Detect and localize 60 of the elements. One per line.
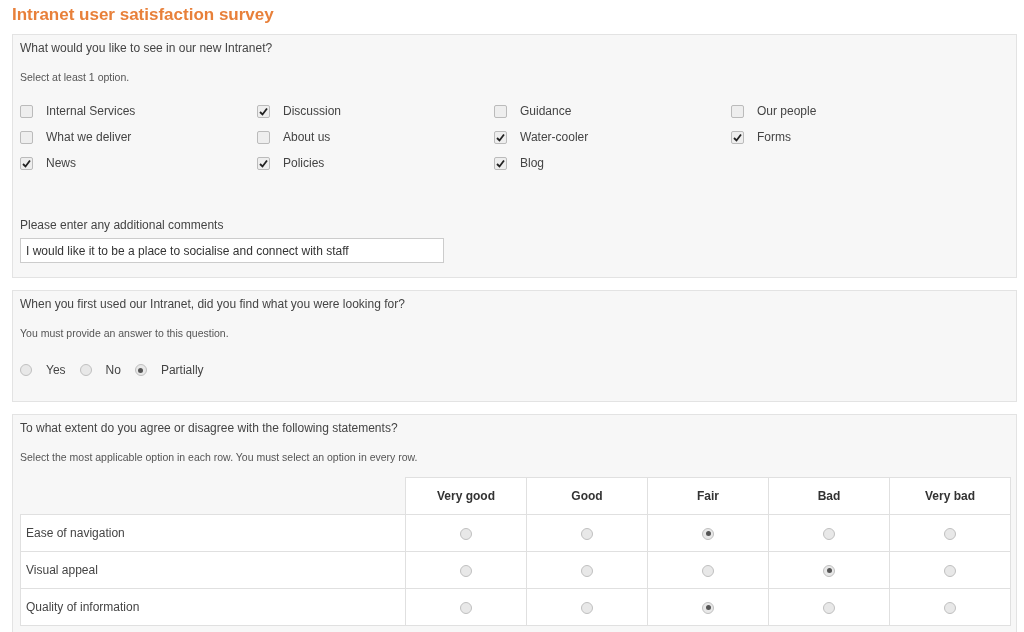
row-label: Quality of information [20, 588, 406, 626]
survey-title: Intranet user satisfaction survey [12, 4, 275, 26]
option-label: Policies [283, 156, 325, 170]
radio-button[interactable] [944, 601, 956, 614]
radio-button[interactable] [823, 601, 835, 614]
radio-button[interactable] [134, 364, 147, 376]
radio-button[interactable] [460, 527, 472, 540]
column-header: Bad [768, 477, 890, 515]
checkbox[interactable] [731, 130, 744, 144]
checkbox[interactable] [257, 104, 270, 118]
option-label: Water-cooler [520, 130, 589, 144]
row-label: Visual appeal [20, 551, 406, 589]
checkbox[interactable] [20, 156, 33, 170]
hint-text: Select the most applicable option in each row. You must select an option in every row. [20, 451, 419, 463]
option-label: Internal Services [46, 104, 136, 118]
hint-text: You must provide an answer to this question. [20, 327, 230, 339]
question-text: What would you like to see in our new Intranet? [20, 41, 274, 55]
option-label: Blog [520, 156, 545, 170]
radio-button[interactable] [581, 564, 593, 577]
option-label: Discussion [283, 104, 342, 118]
radio-button[interactable] [944, 527, 956, 540]
radio-button[interactable] [581, 527, 593, 540]
checkbox[interactable] [494, 104, 507, 118]
option-label: Our people [757, 104, 817, 118]
radio-button[interactable] [460, 564, 472, 577]
checkbox[interactable] [20, 130, 33, 144]
checkbox[interactable] [731, 104, 744, 118]
hint-text: Select at least 1 option. [20, 71, 131, 83]
radio-button[interactable] [944, 564, 956, 577]
checkbox[interactable] [20, 104, 33, 118]
comments-field[interactable]: I would like it to be a place to socialise and connect with staff [20, 238, 444, 263]
option-label: Yes [46, 363, 66, 377]
question-text: When you first used our Intranet, did you find what you were looking for? [20, 297, 406, 311]
column-header: Fair [647, 477, 769, 515]
radio-button[interactable] [20, 364, 32, 376]
radio-button[interactable] [460, 601, 472, 614]
option-label: Guidance [520, 104, 572, 118]
radio-button[interactable] [702, 564, 714, 577]
column-header: Very bad [889, 477, 1011, 515]
radio-button[interactable] [823, 564, 835, 577]
option-label: Partially [160, 363, 204, 377]
checkbox[interactable] [257, 130, 270, 144]
question-text: To what extent do you agree or disagree with the following statements? [20, 421, 399, 435]
radio-button[interactable] [702, 601, 714, 614]
radio-button[interactable] [581, 601, 593, 614]
checkbox[interactable] [494, 156, 507, 170]
radio-button[interactable] [702, 527, 714, 540]
radio-button[interactable] [79, 364, 92, 376]
checkbox[interactable] [494, 130, 507, 144]
option-label: What we deliver [46, 130, 132, 144]
row-label: Ease of navigation [20, 514, 406, 552]
checkbox[interactable] [257, 156, 270, 170]
option-label: About us [283, 130, 331, 144]
option-label: News [46, 156, 76, 170]
radio-button[interactable] [823, 527, 835, 540]
column-header: Very good [405, 477, 527, 515]
column-header: Good [526, 477, 648, 515]
option-label: Forms [757, 130, 791, 144]
option-label: No [105, 363, 121, 377]
comments-label: Please enter any additional comments [20, 218, 225, 232]
